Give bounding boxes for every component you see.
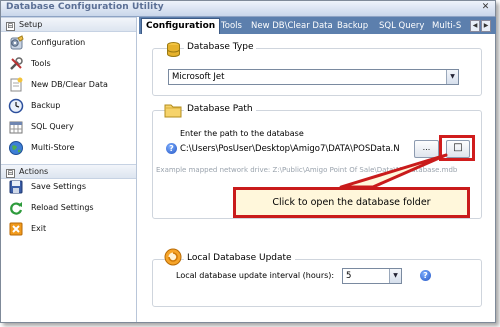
tab-new-db-clear-data[interactable]: New DB\Clear Data <box>251 19 333 34</box>
sidebar-item-exit[interactable]: Exit <box>1 219 136 239</box>
configuration-panel: Database Type Microsoft Jet ▼ Database P… <box>139 34 495 322</box>
help-icon[interactable]: ? <box>166 143 177 154</box>
sidebar-item-save-settings[interactable]: Save Settings <box>1 177 136 197</box>
sidebar: ⊟ Setup Configuration Tools New DB/Clear… <box>1 17 137 322</box>
sidebar-item-sql-query[interactable]: SQL Query <box>1 117 136 137</box>
tab-backup[interactable]: Backup <box>337 19 368 34</box>
group-label: Actions <box>19 167 49 176</box>
callout-text: Click to open the database folder <box>272 197 431 208</box>
sidebar-item-label: Tools <box>31 59 51 68</box>
gear-config-icon <box>10 35 24 50</box>
clock-backup-icon <box>8 98 24 114</box>
sidebar-item-label: Backup <box>31 101 61 110</box>
help-icon[interactable]: ? <box>420 270 431 281</box>
group-label: Setup <box>19 20 43 29</box>
tab-strip: Configuration Tools New DB\Clear Data Ba… <box>139 17 496 34</box>
sidebar-item-label: Save Settings <box>31 182 86 191</box>
sidebar-item-label: Exit <box>31 224 47 233</box>
globe-icon <box>9 141 23 155</box>
sidebar-item-backup[interactable]: Backup <box>1 96 136 116</box>
update-icon <box>164 248 182 266</box>
tab-sql-query[interactable]: SQL Query <box>379 19 424 34</box>
sidebar-group-setup[interactable]: ⊟ Setup <box>1 17 136 32</box>
database-type-select[interactable]: Microsoft Jet ▼ <box>168 69 459 85</box>
sidebar-item-label: Multi-Store <box>31 143 75 152</box>
sidebar-item-label: SQL Query <box>31 122 74 131</box>
database-path-prompt: Enter the path to the database <box>180 129 304 138</box>
exit-icon <box>9 222 23 236</box>
tab-scroll-right-icon[interactable]: ▶ <box>481 20 491 32</box>
database-path-title: Database Path <box>184 104 256 114</box>
title-bar: Database Configuration Utility ✕ <box>1 1 495 17</box>
sidebar-item-label: New DB/Clear Data <box>31 80 108 89</box>
database-path-input[interactable]: C:\Users\PosUser\Desktop\Amigo7\DATA\POS… <box>180 144 412 154</box>
local-update-label: Local database update interval (hours): <box>176 271 335 280</box>
chevron-down-icon[interactable]: ▼ <box>446 70 458 84</box>
window-title: Database Configuration Utility <box>6 2 164 12</box>
tab-tools[interactable]: Tools <box>221 19 242 34</box>
collapse-icon[interactable]: ⊟ <box>6 22 15 31</box>
sidebar-item-label: Configuration <box>31 38 86 47</box>
local-update-title: Local Database Update <box>184 253 295 263</box>
sidebar-item-reload-settings[interactable]: Reload Settings <box>1 198 136 218</box>
save-disk-icon <box>9 180 23 194</box>
highlight-box <box>439 135 475 161</box>
sidebar-item-configuration[interactable]: Configuration <box>1 33 136 53</box>
database-type-value: Microsoft Jet <box>172 72 225 82</box>
sidebar-item-multi-store[interactable]: Multi-Store <box>1 138 136 158</box>
new-db-icon <box>10 77 23 92</box>
chevron-down-icon[interactable]: ▼ <box>389 269 401 283</box>
folder-icon <box>164 104 182 118</box>
tools-icon <box>10 57 23 70</box>
update-interval-select[interactable]: 5 ▼ <box>342 268 402 284</box>
update-interval-value: 5 <box>346 271 352 281</box>
tab-scroll-left-icon[interactable]: ◀ <box>470 20 480 32</box>
tab-configuration[interactable]: Configuration <box>141 18 221 34</box>
browse-button[interactable]: ... <box>414 140 439 158</box>
example-path-text: Example mapped network drive: Z:\Public\… <box>156 166 458 174</box>
reload-icon <box>10 202 23 215</box>
callout-tooltip: Click to open the database folder <box>233 187 470 218</box>
sql-query-icon <box>9 121 23 134</box>
sidebar-item-tools[interactable]: Tools <box>1 54 136 74</box>
database-icon <box>167 42 180 57</box>
app-window: Database Configuration Utility ✕ ⊟ Setup … <box>0 0 496 323</box>
local-update-group <box>152 259 482 307</box>
sidebar-item-label: Reload Settings <box>31 203 94 212</box>
close-icon[interactable]: ✕ <box>480 2 491 13</box>
tab-multi-store[interactable]: Multi-S <box>432 19 461 34</box>
sidebar-item-new-db[interactable]: New DB/Clear Data <box>1 75 136 95</box>
database-type-title: Database Type <box>184 42 257 52</box>
